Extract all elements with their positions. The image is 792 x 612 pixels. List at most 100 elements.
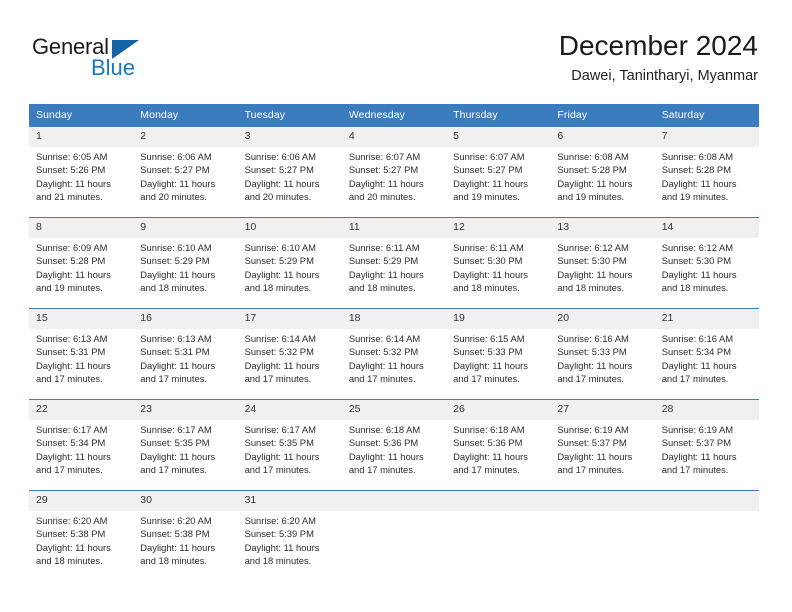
sunrise-text: Sunrise: 6:07 AM bbox=[453, 151, 525, 162]
day-cell[interactable]: 29 Sunrise: 6:20 AM Sunset: 5:38 PM Dayl… bbox=[29, 490, 134, 581]
day-cell[interactable]: 10 Sunrise: 6:10 AM Sunset: 5:29 PM Dayl… bbox=[237, 217, 342, 309]
day-number: 27 bbox=[550, 400, 655, 420]
daylight-text-line2: and 18 minutes. bbox=[348, 282, 416, 294]
day-cell[interactable]: 31 Sunrise: 6:20 AM Sunset: 5:39 PM Dayl… bbox=[237, 490, 342, 581]
daylight-text-line1: Daylight: 11 hours bbox=[557, 177, 633, 189]
day-cell[interactable]: 3 Sunrise: 6:06 AM Sunset: 5:27 PM Dayli… bbox=[237, 126, 342, 218]
day-cell[interactable]: 13 Sunrise: 6:12 AM Sunset: 5:30 PM Dayl… bbox=[550, 217, 655, 309]
sunrise-text: Sunrise: 6:11 AM bbox=[348, 242, 420, 253]
daylight-text-line1: Daylight: 11 hours bbox=[661, 268, 737, 280]
day-cell[interactable]: 16 Sunrise: 6:13 AM Sunset: 5:31 PM Dayl… bbox=[133, 308, 238, 400]
sunset-text: Sunset: 5:29 PM bbox=[140, 255, 210, 267]
daylight-text-line2: and 18 minutes. bbox=[453, 282, 520, 294]
sunset-text: Sunset: 5:36 PM bbox=[453, 437, 523, 449]
daylight-text-line1: Daylight: 11 hours bbox=[140, 359, 216, 371]
day-number: 19 bbox=[446, 309, 551, 329]
general-blue-logo[interactable]: General Blue bbox=[32, 36, 192, 86]
weekday-header-thursday: Thursday bbox=[446, 104, 551, 127]
page-title: December 2024 bbox=[558, 30, 758, 61]
day-cell[interactable]: 19 Sunrise: 6:15 AM Sunset: 5:33 PM Dayl… bbox=[446, 308, 551, 400]
day-cell[interactable]: 21 Sunrise: 6:16 AM Sunset: 5:34 PM Dayl… bbox=[654, 308, 759, 400]
day-cell[interactable]: 12 Sunrise: 6:11 AM Sunset: 5:30 PM Dayl… bbox=[446, 217, 551, 309]
sunrise-text: Sunrise: 6:12 AM bbox=[557, 242, 629, 253]
day-cell[interactable]: 22 Sunrise: 6:17 AM Sunset: 5:34 PM Dayl… bbox=[29, 399, 134, 491]
day-cell[interactable]: 1 Sunrise: 6:05 AM Sunset: 5:26 PM Dayli… bbox=[29, 126, 134, 218]
day-cell[interactable]: 18 Sunrise: 6:14 AM Sunset: 5:32 PM Dayl… bbox=[341, 308, 447, 400]
weekday-header-friday: Friday bbox=[550, 104, 655, 127]
day-cell[interactable]: 20 Sunrise: 6:16 AM Sunset: 5:33 PM Dayl… bbox=[550, 308, 655, 400]
daylight-text-line1: Daylight: 11 hours bbox=[453, 359, 528, 371]
day-cell[interactable]: 23 Sunrise: 6:17 AM Sunset: 5:35 PM Dayl… bbox=[133, 399, 238, 491]
day-cell[interactable]: 7 Sunrise: 6:08 AM Sunset: 5:28 PM Dayli… bbox=[654, 126, 759, 218]
daylight-text-line2: and 19 minutes. bbox=[453, 191, 520, 203]
sunset-text: Sunset: 5:35 PM bbox=[244, 437, 314, 449]
day-cell-empty bbox=[446, 490, 551, 581]
day-cell[interactable]: 6 Sunrise: 6:08 AM Sunset: 5:28 PM Dayli… bbox=[550, 126, 655, 218]
weekday-header-tuesday: Tuesday bbox=[237, 104, 342, 127]
day-cell[interactable]: 30 Sunrise: 6:20 AM Sunset: 5:38 PM Dayl… bbox=[133, 490, 238, 581]
day-cell[interactable]: 26 Sunrise: 6:18 AM Sunset: 5:36 PM Dayl… bbox=[446, 399, 551, 491]
daylight-text-line1: Daylight: 11 hours bbox=[453, 450, 528, 462]
daylight-text-line1: Daylight: 11 hours bbox=[348, 177, 424, 189]
day-cell[interactable]: 17 Sunrise: 6:14 AM Sunset: 5:32 PM Dayl… bbox=[237, 308, 342, 400]
daylight-text-line1: Daylight: 11 hours bbox=[244, 359, 320, 371]
daylight-text-line1: Daylight: 11 hours bbox=[140, 541, 216, 553]
sunset-text: Sunset: 5:28 PM bbox=[661, 164, 731, 176]
day-info: Sunrise: 6:17 AM Sunset: 5:35 PM Dayligh… bbox=[238, 420, 342, 476]
day-cell[interactable]: 9 Sunrise: 6:10 AM Sunset: 5:29 PM Dayli… bbox=[133, 217, 238, 309]
daylight-text-line2: and 19 minutes. bbox=[36, 282, 103, 294]
weekday-header-saturday: Saturday bbox=[654, 104, 759, 127]
sunset-text: Sunset: 5:39 PM bbox=[244, 528, 314, 540]
sunset-text: Sunset: 5:38 PM bbox=[36, 528, 106, 540]
day-cell[interactable]: 27 Sunrise: 6:19 AM Sunset: 5:37 PM Dayl… bbox=[550, 399, 655, 491]
day-cell[interactable]: 5 Sunrise: 6:07 AM Sunset: 5:27 PM Dayli… bbox=[446, 126, 551, 218]
sunset-text: Sunset: 5:26 PM bbox=[36, 164, 106, 176]
sunrise-text: Sunrise: 6:20 AM bbox=[244, 515, 316, 526]
sunrise-text: Sunrise: 6:14 AM bbox=[348, 333, 421, 344]
daylight-text-line2: and 17 minutes. bbox=[140, 373, 207, 385]
daylight-text-line2: and 18 minutes. bbox=[661, 282, 729, 294]
day-cell[interactable]: 25 Sunrise: 6:18 AM Sunset: 5:36 PM Dayl… bbox=[341, 399, 447, 491]
daylight-text-line1: Daylight: 11 hours bbox=[348, 450, 424, 462]
daylight-text-line1: Daylight: 11 hours bbox=[453, 177, 528, 189]
sunrise-text: Sunrise: 6:18 AM bbox=[453, 424, 525, 435]
day-number: 21 bbox=[654, 309, 759, 329]
page-header: General Blue December 2024 Dawei, Tanint… bbox=[0, 0, 792, 100]
day-cell[interactable]: 4 Sunrise: 6:07 AM Sunset: 5:27 PM Dayli… bbox=[341, 126, 447, 218]
day-cell[interactable]: 14 Sunrise: 6:12 AM Sunset: 5:30 PM Dayl… bbox=[654, 217, 759, 309]
sunrise-text: Sunrise: 6:18 AM bbox=[348, 424, 421, 435]
sunset-text: Sunset: 5:33 PM bbox=[557, 346, 627, 358]
day-cell[interactable]: 8 Sunrise: 6:09 AM Sunset: 5:28 PM Dayli… bbox=[29, 217, 134, 309]
logo-text-blue: Blue bbox=[91, 55, 136, 80]
sunset-text: Sunset: 5:27 PM bbox=[348, 164, 419, 176]
day-cell[interactable]: 2 Sunrise: 6:06 AM Sunset: 5:27 PM Dayli… bbox=[133, 126, 238, 218]
day-info: Sunrise: 6:16 AM Sunset: 5:34 PM Dayligh… bbox=[655, 329, 759, 385]
daylight-text-line2: and 20 minutes. bbox=[244, 191, 312, 203]
day-info: Sunrise: 6:19 AM Sunset: 5:37 PM Dayligh… bbox=[655, 420, 759, 476]
day-number: 17 bbox=[237, 309, 342, 329]
calendar-page: General Blue December 2024 Dawei, Tanint… bbox=[0, 0, 792, 612]
title-block: December 2024 Dawei, Tanintharyi, Myanma… bbox=[559, 30, 758, 86]
sunset-text: Sunset: 5:30 PM bbox=[557, 255, 627, 267]
day-info: Sunrise: 6:09 AM Sunset: 5:28 PM Dayligh… bbox=[29, 238, 133, 294]
daylight-text-line2: and 17 minutes. bbox=[348, 464, 416, 476]
daylight-text-line1: Daylight: 11 hours bbox=[36, 268, 111, 280]
day-info: Sunrise: 6:08 AM Sunset: 5:28 PM Dayligh… bbox=[550, 147, 654, 203]
day-cell[interactable]: 28 Sunrise: 6:19 AM Sunset: 5:37 PM Dayl… bbox=[654, 399, 759, 491]
sunrise-text: Sunrise: 6:16 AM bbox=[557, 333, 629, 344]
day-number bbox=[550, 491, 655, 511]
sunrise-text: Sunrise: 6:19 AM bbox=[557, 424, 629, 435]
daylight-text-line2: and 17 minutes. bbox=[244, 373, 312, 385]
sunset-text: Sunset: 5:30 PM bbox=[453, 255, 523, 267]
daylight-text-line2: and 19 minutes. bbox=[661, 191, 729, 203]
daylight-text-line1: Daylight: 11 hours bbox=[140, 268, 216, 280]
daylight-text-line1: Daylight: 11 hours bbox=[557, 359, 633, 371]
day-cell[interactable]: 11 Sunrise: 6:11 AM Sunset: 5:29 PM Dayl… bbox=[341, 217, 447, 309]
day-info: Sunrise: 6:11 AM Sunset: 5:30 PM Dayligh… bbox=[446, 238, 550, 294]
day-cell[interactable]: 15 Sunrise: 6:13 AM Sunset: 5:31 PM Dayl… bbox=[29, 308, 134, 400]
day-info: Sunrise: 6:14 AM Sunset: 5:32 PM Dayligh… bbox=[342, 329, 446, 385]
day-cell[interactable]: 24 Sunrise: 6:17 AM Sunset: 5:35 PM Dayl… bbox=[237, 399, 342, 491]
calendar-week-row: 22 Sunrise: 6:17 AM Sunset: 5:34 PM Dayl… bbox=[29, 399, 759, 491]
sunrise-text: Sunrise: 6:20 AM bbox=[140, 515, 212, 526]
sunset-text: Sunset: 5:33 PM bbox=[453, 346, 523, 358]
